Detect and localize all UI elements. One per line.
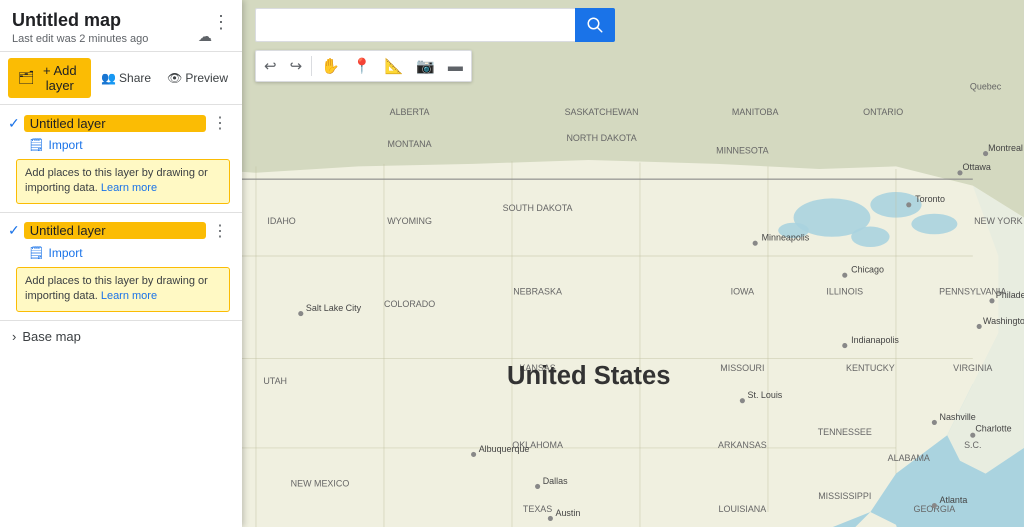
redo-button[interactable]: ↪	[284, 53, 309, 79]
svg-text:Toronto: Toronto	[915, 194, 945, 204]
map-toolbar: ↩ ↪ ✋ 📍 📐 📷 ▬	[255, 50, 472, 82]
search-icon	[586, 16, 604, 34]
svg-text:MISSISSIPPI: MISSISSIPPI	[818, 491, 871, 501]
preview-icon: 👁	[167, 71, 182, 85]
share-icon: 👥	[101, 71, 116, 85]
svg-text:Washington: Washington	[983, 316, 1024, 326]
learn-more-link[interactable]: Learn more	[101, 290, 157, 302]
base-map-label: Base map	[22, 329, 81, 344]
svg-text:Atlanta: Atlanta	[939, 495, 967, 505]
svg-text:St. Louis: St. Louis	[747, 390, 782, 400]
svg-text:Philadelphia: Philadelphia	[996, 290, 1024, 300]
svg-text:MANITOBA: MANITOBA	[732, 107, 779, 117]
layer-hint-box: Add places to this layer by drawing or i…	[16, 267, 230, 312]
svg-text:Nashville: Nashville	[939, 412, 975, 422]
share-button[interactable]: 👥 Share	[95, 67, 157, 89]
svg-text:NEBRASKA: NEBRASKA	[513, 286, 562, 296]
svg-text:Chicago: Chicago	[851, 265, 884, 275]
svg-text:WYOMING: WYOMING	[387, 216, 432, 226]
svg-text:IDAHO: IDAHO	[267, 216, 295, 226]
base-map-section[interactable]: › Base map	[0, 321, 242, 352]
svg-text:United States: United States	[507, 362, 670, 390]
pin-tool-button[interactable]: 📍	[347, 53, 378, 79]
svg-text:Albuquerque: Albuquerque	[479, 444, 530, 454]
svg-text:Austin: Austin	[556, 508, 581, 518]
import-icon: 🗒	[28, 245, 45, 261]
svg-text:IOWA: IOWA	[731, 286, 755, 296]
svg-text:MONTANA: MONTANA	[388, 139, 432, 149]
svg-text:NEW YORK: NEW YORK	[974, 216, 1023, 226]
svg-text:Indianapolis: Indianapolis	[851, 335, 899, 345]
layer-item: ✓ Untitled layer ⋮ 🗒 Import Add places t…	[0, 105, 242, 213]
sidebar-header: Untitled map Last edit was 2 minutes ago…	[0, 0, 242, 52]
cloud-icon: ☁	[198, 28, 212, 45]
search-input[interactable]	[255, 8, 575, 42]
undo-button[interactable]: ↩	[258, 53, 283, 79]
svg-text:Salt Lake City: Salt Lake City	[306, 303, 362, 313]
hand-tool-button[interactable]: ✋	[315, 53, 346, 79]
svg-text:Montreal: Montreal	[988, 143, 1023, 153]
svg-text:NORTH DAKOTA: NORTH DAKOTA	[566, 133, 636, 143]
svg-text:Quebec: Quebec	[970, 82, 1002, 92]
search-bar	[255, 8, 1014, 42]
learn-more-link[interactable]: Learn more	[101, 182, 157, 194]
add-layer-label: + Add layer	[39, 63, 82, 93]
chevron-down-icon: ›	[12, 329, 16, 344]
toolbar-row: 🗂 + Add layer 👥 Share 👁 Preview	[0, 52, 242, 105]
ruler-tool-button[interactable]: ▬	[442, 54, 469, 79]
svg-text:ARKANSAS: ARKANSAS	[718, 440, 767, 450]
svg-text:ONTARIO: ONTARIO	[863, 107, 903, 117]
svg-text:COLORADO: COLORADO	[384, 299, 435, 309]
import-link[interactable]: Import	[49, 246, 83, 260]
layer-item: ✓ Untitled layer ⋮ 🗒 Import Add places t…	[0, 213, 242, 321]
layer-checkbox[interactable]: ✓	[8, 115, 20, 132]
layer-title: Untitled layer	[24, 222, 206, 239]
add-layer-icon: 🗂	[18, 70, 35, 86]
svg-text:ALBERTA: ALBERTA	[390, 107, 430, 117]
svg-text:VIRGINIA: VIRGINIA	[953, 363, 992, 373]
svg-text:TENNESSEE: TENNESSEE	[818, 427, 872, 437]
svg-text:LOUISIANA: LOUISIANA	[719, 504, 767, 514]
layer-header: ✓ Untitled layer ⋮	[8, 221, 230, 241]
search-button[interactable]	[575, 8, 615, 42]
layer-checkbox[interactable]: ✓	[8, 222, 20, 239]
layer-more-button[interactable]: ⋮	[210, 113, 230, 133]
svg-text:Minneapolis: Minneapolis	[762, 233, 810, 243]
svg-text:UTAH: UTAH	[263, 376, 287, 386]
preview-label: Preview	[185, 71, 228, 85]
line-tool-button[interactable]: 📐	[379, 53, 410, 79]
layers-area: ✓ Untitled layer ⋮ 🗒 Import Add places t…	[0, 105, 242, 527]
layer-more-button[interactable]: ⋮	[210, 221, 230, 241]
svg-text:ILLINOIS: ILLINOIS	[826, 286, 863, 296]
svg-text:Dallas: Dallas	[543, 476, 568, 486]
svg-text:KENTUCKY: KENTUCKY	[846, 363, 895, 373]
import-link[interactable]: Import	[49, 138, 83, 152]
svg-text:Ottawa: Ottawa	[963, 162, 991, 172]
svg-text:SASKATCHEWAN: SASKATCHEWAN	[565, 107, 639, 117]
svg-text:MINNESOTA: MINNESOTA	[716, 146, 769, 156]
camera-tool-button[interactable]: 📷	[410, 53, 441, 79]
svg-text:TEXAS: TEXAS	[523, 504, 552, 514]
layer-import-row: 🗒 Import	[28, 137, 230, 153]
import-icon: 🗒	[28, 137, 45, 153]
share-label: Share	[119, 71, 151, 85]
toolbar-separator	[311, 56, 312, 76]
svg-text:Charlotte: Charlotte	[975, 423, 1011, 433]
layer-hint-box: Add places to this layer by drawing or i…	[16, 159, 230, 204]
svg-text:NEW MEXICO: NEW MEXICO	[291, 478, 350, 488]
layer-import-row: 🗒 Import	[28, 245, 230, 261]
layer-title: Untitled layer	[24, 115, 206, 132]
svg-text:MISSOURI: MISSOURI	[720, 363, 764, 373]
preview-button[interactable]: 👁 Preview	[161, 67, 234, 89]
svg-text:SOUTH DAKOTA: SOUTH DAKOTA	[503, 203, 573, 213]
add-layer-button[interactable]: 🗂 + Add layer	[8, 58, 91, 98]
svg-text:S.C.: S.C.	[964, 440, 981, 450]
svg-text:ALABAMA: ALABAMA	[888, 453, 930, 463]
layer-header: ✓ Untitled layer ⋮	[8, 113, 230, 133]
sidebar: Untitled map Last edit was 2 minutes ago…	[0, 0, 242, 527]
